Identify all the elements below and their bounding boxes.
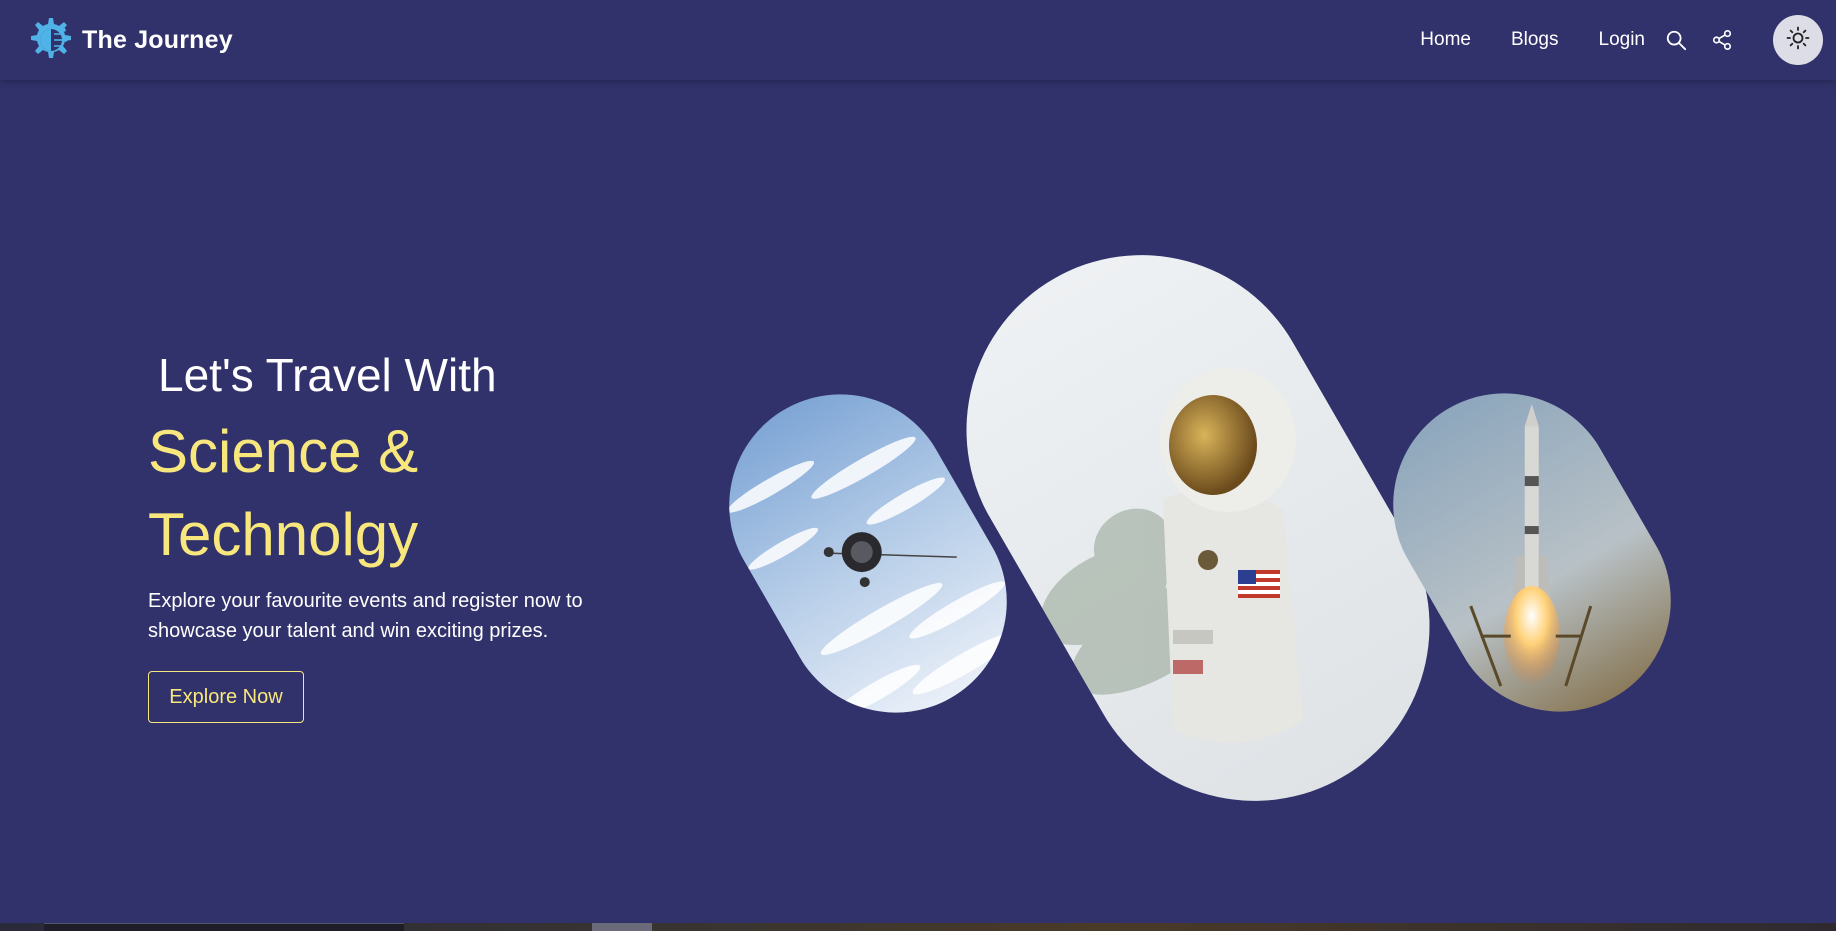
next-section-tab (44, 923, 404, 931)
explore-now-button[interactable]: Explore Now (148, 671, 304, 723)
next-section-marker (592, 923, 652, 931)
hero-heading-line1: Let's Travel With (158, 349, 497, 401)
top-navbar: The Journey Home Blogs Login (0, 0, 1836, 80)
hero-section: Let's Travel With Science & Technolgy Ex… (148, 340, 608, 723)
gear-circuit-logo-icon (24, 15, 74, 65)
theme-toggle-button[interactable] (1773, 15, 1823, 65)
sun-icon (1786, 26, 1810, 55)
hero-heading-line3: Technolgy (148, 501, 419, 568)
brand-title: The Journey (82, 25, 233, 54)
share-icon[interactable] (1711, 29, 1733, 51)
search-icon[interactable] (1665, 29, 1687, 51)
hero-heading-line2: Science & (148, 418, 419, 485)
nav-home-link[interactable]: Home (1420, 29, 1471, 51)
main-nav: Home Blogs Login (1420, 0, 1836, 80)
nav-blogs-link[interactable]: Blogs (1511, 29, 1559, 51)
brand[interactable]: The Journey (24, 15, 233, 65)
next-section-edge (0, 923, 1836, 931)
hero-description: Explore your favourite events and regist… (148, 590, 583, 642)
nav-login-link[interactable]: Login (1599, 29, 1646, 51)
